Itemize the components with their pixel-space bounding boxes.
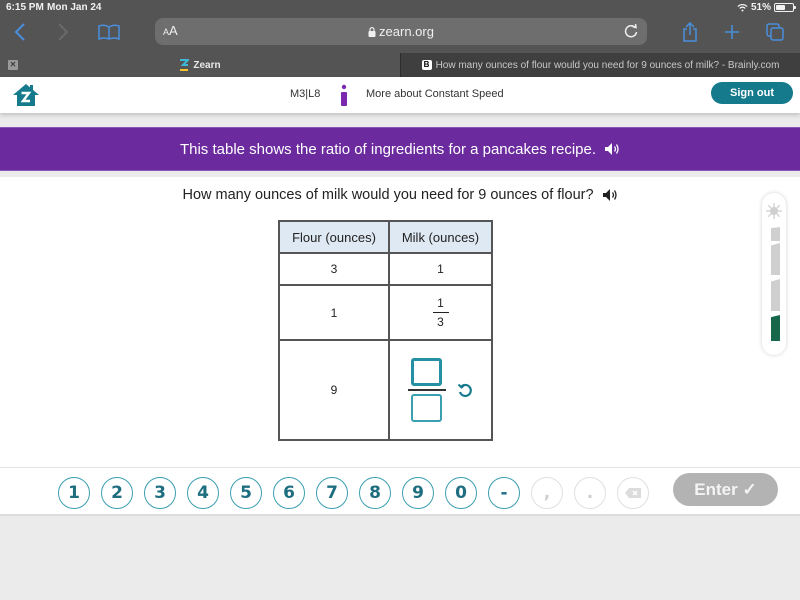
key-6[interactable]: 6 — [273, 477, 305, 509]
ratio-table: Flour (ounces) Milk (ounces) 3 1 1 1 3 9 — [278, 220, 493, 441]
reset-icon[interactable] — [457, 382, 473, 398]
app-header: M3|L8 More about Constant Speed — [0, 77, 800, 113]
answer-fraction — [407, 358, 446, 422]
back-button[interactable] — [7, 20, 33, 44]
share-icon — [683, 22, 697, 42]
tab-strip: ✕ Zearn B How many ounces of flour would… — [0, 53, 800, 77]
fraction-bar — [432, 312, 449, 313]
enter-button[interactable]: Enter ✓ — [673, 473, 778, 506]
lesson-code: M3|L8 — [290, 88, 321, 100]
bookmarks-icon — [98, 24, 120, 40]
back-icon — [14, 23, 25, 41]
new-tab-button[interactable] — [719, 20, 745, 44]
key-9[interactable]: 9 — [402, 477, 434, 509]
zearn-favicon-icon — [180, 59, 190, 71]
speaker-icon[interactable] — [602, 188, 618, 202]
tabs-icon — [766, 23, 784, 41]
instruction-banner: This table shows the ratio of ingredient… — [0, 127, 800, 171]
zearn-home-icon[interactable] — [12, 83, 40, 107]
tabs-button[interactable] — [762, 20, 788, 44]
progress-segment — [771, 279, 780, 311]
close-tab-icon[interactable]: ✕ — [8, 60, 18, 70]
flour-cell: 9 — [278, 339, 390, 441]
key-1[interactable]: 1 — [58, 477, 90, 509]
progress-segment — [771, 243, 780, 275]
key-backspace[interactable] — [617, 477, 649, 509]
table-header-row: Flour (ounces) Milk (ounces) — [278, 220, 493, 254]
brainly-favicon-icon: B — [421, 60, 432, 70]
key-7[interactable]: 7 — [316, 477, 348, 509]
denominator: 3 — [437, 315, 444, 329]
answer-cell — [388, 339, 493, 441]
flour-cell: 1 — [278, 284, 390, 341]
forward-button[interactable] — [50, 20, 76, 44]
key-8[interactable]: 8 — [359, 477, 391, 509]
milk-cell: 1 — [388, 252, 493, 286]
tab-brainly[interactable]: B How many ounces of flour would you nee… — [400, 53, 800, 77]
table-row: 9 — [278, 339, 493, 441]
key-0[interactable]: 0 — [445, 477, 477, 509]
fraction: 1 3 — [432, 296, 449, 329]
key-decimal[interactable]: . — [574, 477, 606, 509]
status-indicators: 51% — [737, 2, 796, 13]
lock-icon — [368, 27, 376, 37]
flour-cell: 3 — [278, 252, 390, 286]
column-header-flour: Flour (ounces) — [278, 220, 390, 254]
browser-chrome: 6:15 PM Mon Jan 24 51% AA zearn.org ✕ Ze… — [0, 0, 800, 77]
footer-area — [0, 514, 800, 600]
battery-icon — [774, 3, 796, 12]
key-2[interactable]: 2 — [101, 477, 133, 509]
fraction-bar — [407, 389, 446, 391]
status-bar: 6:15 PM Mon Jan 24 51% — [0, 0, 800, 16]
share-button[interactable] — [677, 20, 703, 44]
milk-cell: 1 3 — [388, 284, 493, 341]
key-comma[interactable]: , — [531, 477, 563, 509]
numerator-input[interactable] — [411, 358, 443, 386]
backspace-icon — [625, 488, 641, 498]
mission-person-icon — [341, 84, 347, 106]
table-row: 1 1 3 — [278, 284, 493, 341]
lesson-title: More about Constant Speed — [366, 88, 504, 100]
question: How many ounces of milk would you need f… — [0, 187, 800, 203]
key-5[interactable]: 5 — [230, 477, 262, 509]
key-minus[interactable]: - — [488, 477, 520, 509]
speaker-icon[interactable] — [604, 142, 620, 156]
banner-text: This table shows the ratio of ingredient… — [179, 140, 597, 158]
denominator-input[interactable] — [411, 394, 443, 422]
progress-segment — [771, 227, 780, 241]
new-tab-icon — [725, 25, 739, 39]
tab-zearn[interactable]: ✕ Zearn — [0, 53, 400, 77]
reload-icon[interactable] — [621, 21, 641, 41]
key-3[interactable]: 3 — [144, 477, 176, 509]
bookmarks-button[interactable] — [96, 20, 122, 44]
sign-out-button[interactable]: Sign out — [711, 82, 793, 104]
status-date: Mon Jan 24 — [47, 2, 102, 13]
status-time: 6:15 PM — [6, 2, 44, 13]
forward-icon — [58, 23, 69, 41]
url-text[interactable]: zearn.org — [155, 24, 647, 39]
progress-segment — [771, 315, 780, 341]
table-row: 3 1 — [278, 252, 493, 286]
problem-area: How many ounces of milk would you need f… — [0, 177, 800, 467]
column-header-milk: Milk (ounces) — [388, 220, 493, 254]
numerator: 1 — [437, 296, 444, 310]
address-bar[interactable]: AA zearn.org — [155, 18, 647, 45]
battery-percent: 51% — [750, 2, 771, 13]
star-burst-icon — [766, 203, 782, 219]
question-text: How many ounces of milk would you need f… — [182, 187, 594, 203]
key-4[interactable]: 4 — [187, 477, 219, 509]
progress-meter — [762, 193, 786, 355]
wifi-icon — [737, 4, 748, 12]
